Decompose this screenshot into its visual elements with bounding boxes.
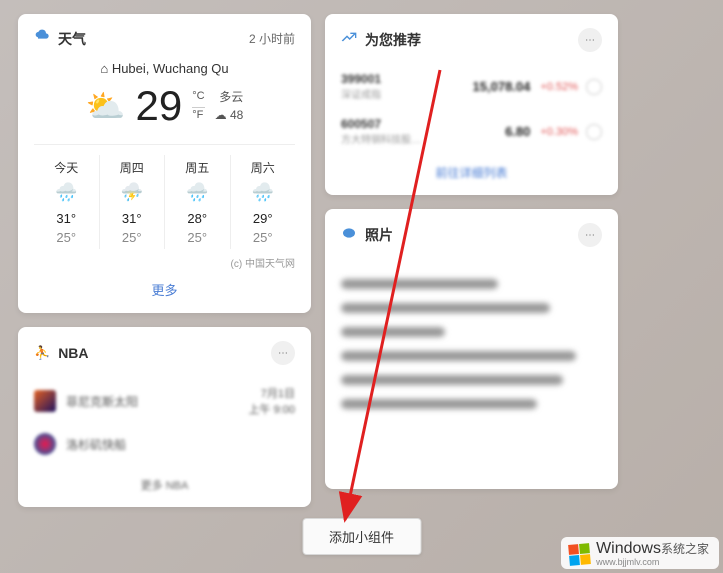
nba-team-name: 洛杉矶快船 xyxy=(66,436,295,453)
current-temperature: 29 xyxy=(136,82,183,130)
stocks-title: 为您推荐 xyxy=(365,30,421,50)
stocks-more-button[interactable]: ⋯ xyxy=(578,28,602,52)
stocks-more-link[interactable]: 前往详细列表 xyxy=(341,164,602,181)
forecast-day-lo: 25° xyxy=(231,230,296,245)
watermark: Windows系统之家 www.bjjmlv.com xyxy=(561,537,719,569)
nba-game-date: 7月1日 xyxy=(249,385,295,401)
watermark-sub1: 系统之家 xyxy=(661,542,709,556)
stock-watch-toggle[interactable] xyxy=(586,124,602,140)
photos-title: 照片 xyxy=(365,225,393,245)
forecast-day-lo: 25° xyxy=(165,230,230,245)
stock-code: 600507 xyxy=(341,117,505,131)
weather-attribution: (c) 中国天气网 xyxy=(34,255,295,270)
photos-more-button[interactable]: ⋯ xyxy=(578,223,602,247)
unit-fahrenheit[interactable]: °F xyxy=(192,108,204,123)
nba-header: ⛹ NBA ⋯ xyxy=(34,341,295,365)
forecast-day-hi: 31° xyxy=(34,211,99,226)
weather-header: 天气 2 小时前 xyxy=(34,28,295,49)
stock-price: 6.80 xyxy=(505,124,530,139)
forecast-day-hi: 28° xyxy=(165,211,230,226)
aqi-text: ☁ 48 xyxy=(215,106,244,124)
forecast-day-hi: 31° xyxy=(100,211,165,226)
add-widget-bar: 添加小组件 xyxy=(302,518,421,555)
forecast-row: 今天 🌧️ 31° 25° 周四 ⛈️ 31° 25° 周五 🌧️ 28° 25… xyxy=(34,144,295,249)
forecast-day-icon: 🌧️ xyxy=(34,182,99,203)
forecast-day-lo: 25° xyxy=(34,230,99,245)
weather-location: ⌂ Hubei, Wuchang Qu xyxy=(34,61,295,76)
team-logo-suns xyxy=(34,390,56,412)
weather-time-label: 2 小时前 xyxy=(249,30,295,47)
current-condition-icon: ⛅ xyxy=(86,87,126,125)
weather-widget: 天气 2 小时前 ⌂ Hubei, Wuchang Qu ⛅ 29 °C °F … xyxy=(18,14,311,313)
stocks-widget: 为您推荐 ⋯ 399001 深证成指 15,078.04 +0.52% 6005… xyxy=(325,14,618,195)
unit-celsius[interactable]: °C xyxy=(192,89,204,107)
forecast-day-label: 今天 xyxy=(34,159,99,176)
nba-game-row-1[interactable]: 洛杉矶快船 xyxy=(34,425,295,463)
forecast-day-hi: 29° xyxy=(231,211,296,226)
stock-code: 399001 xyxy=(341,72,473,86)
weather-more-link[interactable]: 更多 xyxy=(34,280,295,299)
photos-body xyxy=(341,259,602,429)
stocks-icon xyxy=(341,30,357,51)
temperature-unit-toggle[interactable]: °C °F xyxy=(192,89,204,123)
stock-change: +0.30% xyxy=(540,126,578,138)
nba-more-link[interactable]: 更多 NBA xyxy=(34,477,295,493)
weather-condition-info: 多云 ☁ 48 xyxy=(215,88,244,124)
nba-more-button[interactable]: ⋯ xyxy=(271,341,295,365)
nba-game-row-0[interactable]: 菲尼克斯太阳 7月1日 上午 9:00 xyxy=(34,377,295,425)
forecast-day-lo: 25° xyxy=(100,230,165,245)
stock-row-1[interactable]: 600507 方大特钢科技股… 6.80 +0.30% xyxy=(341,109,602,154)
photos-icon xyxy=(341,225,357,246)
photos-widget: 照片 ⋯ xyxy=(325,209,618,489)
location-text: Hubei, Wuchang Qu xyxy=(112,61,229,76)
weather-icon xyxy=(34,28,50,49)
stocks-header: 为您推荐 ⋯ xyxy=(341,28,602,52)
forecast-day-2[interactable]: 周五 🌧️ 28° 25° xyxy=(165,155,231,249)
condition-text: 多云 xyxy=(215,88,244,106)
stock-watch-toggle[interactable] xyxy=(586,79,602,95)
forecast-day-3[interactable]: 周六 🌧️ 29° 25° xyxy=(231,155,296,249)
team-logo-clippers xyxy=(34,433,56,455)
forecast-day-label: 周四 xyxy=(100,159,165,176)
current-weather-row: ⛅ 29 °C °F 多云 ☁ 48 xyxy=(34,82,295,130)
forecast-day-0[interactable]: 今天 🌧️ 31° 25° xyxy=(34,155,100,249)
nba-icon: ⛹ xyxy=(34,345,50,361)
nba-team-name: 菲尼克斯太阳 xyxy=(66,393,239,410)
watermark-main: Windows xyxy=(596,540,661,557)
forecast-day-1[interactable]: 周四 ⛈️ 31° 25° xyxy=(100,155,166,249)
nba-widget: ⛹ NBA ⋯ 菲尼克斯太阳 7月1日 上午 9:00 洛杉矶快船 更多 NBA xyxy=(18,327,311,507)
stock-row-0[interactable]: 399001 深证成指 15,078.04 +0.52% xyxy=(341,64,602,109)
add-widget-button[interactable]: 添加小组件 xyxy=(302,518,421,555)
windows-logo-icon xyxy=(568,543,591,566)
stock-name: 方大特钢科技股… xyxy=(341,131,505,146)
forecast-day-icon: 🌧️ xyxy=(231,182,296,203)
nba-game-time: 7月1日 上午 9:00 xyxy=(249,385,295,417)
stock-price: 15,078.04 xyxy=(473,79,531,94)
forecast-day-icon: ⛈️ xyxy=(100,182,165,203)
stock-name: 深证成指 xyxy=(341,86,473,101)
nba-title: NBA xyxy=(58,345,88,361)
forecast-day-icon: 🌧️ xyxy=(165,182,230,203)
nba-game-hour: 上午 9:00 xyxy=(249,401,295,417)
weather-title: 天气 xyxy=(58,29,86,49)
forecast-day-label: 周五 xyxy=(165,159,230,176)
watermark-url: www.bjjmlv.com xyxy=(596,557,709,567)
photos-header: 照片 ⋯ xyxy=(341,223,602,247)
forecast-day-label: 周六 xyxy=(231,159,296,176)
location-icon: ⌂ xyxy=(100,61,108,76)
stock-change: +0.52% xyxy=(540,81,578,93)
